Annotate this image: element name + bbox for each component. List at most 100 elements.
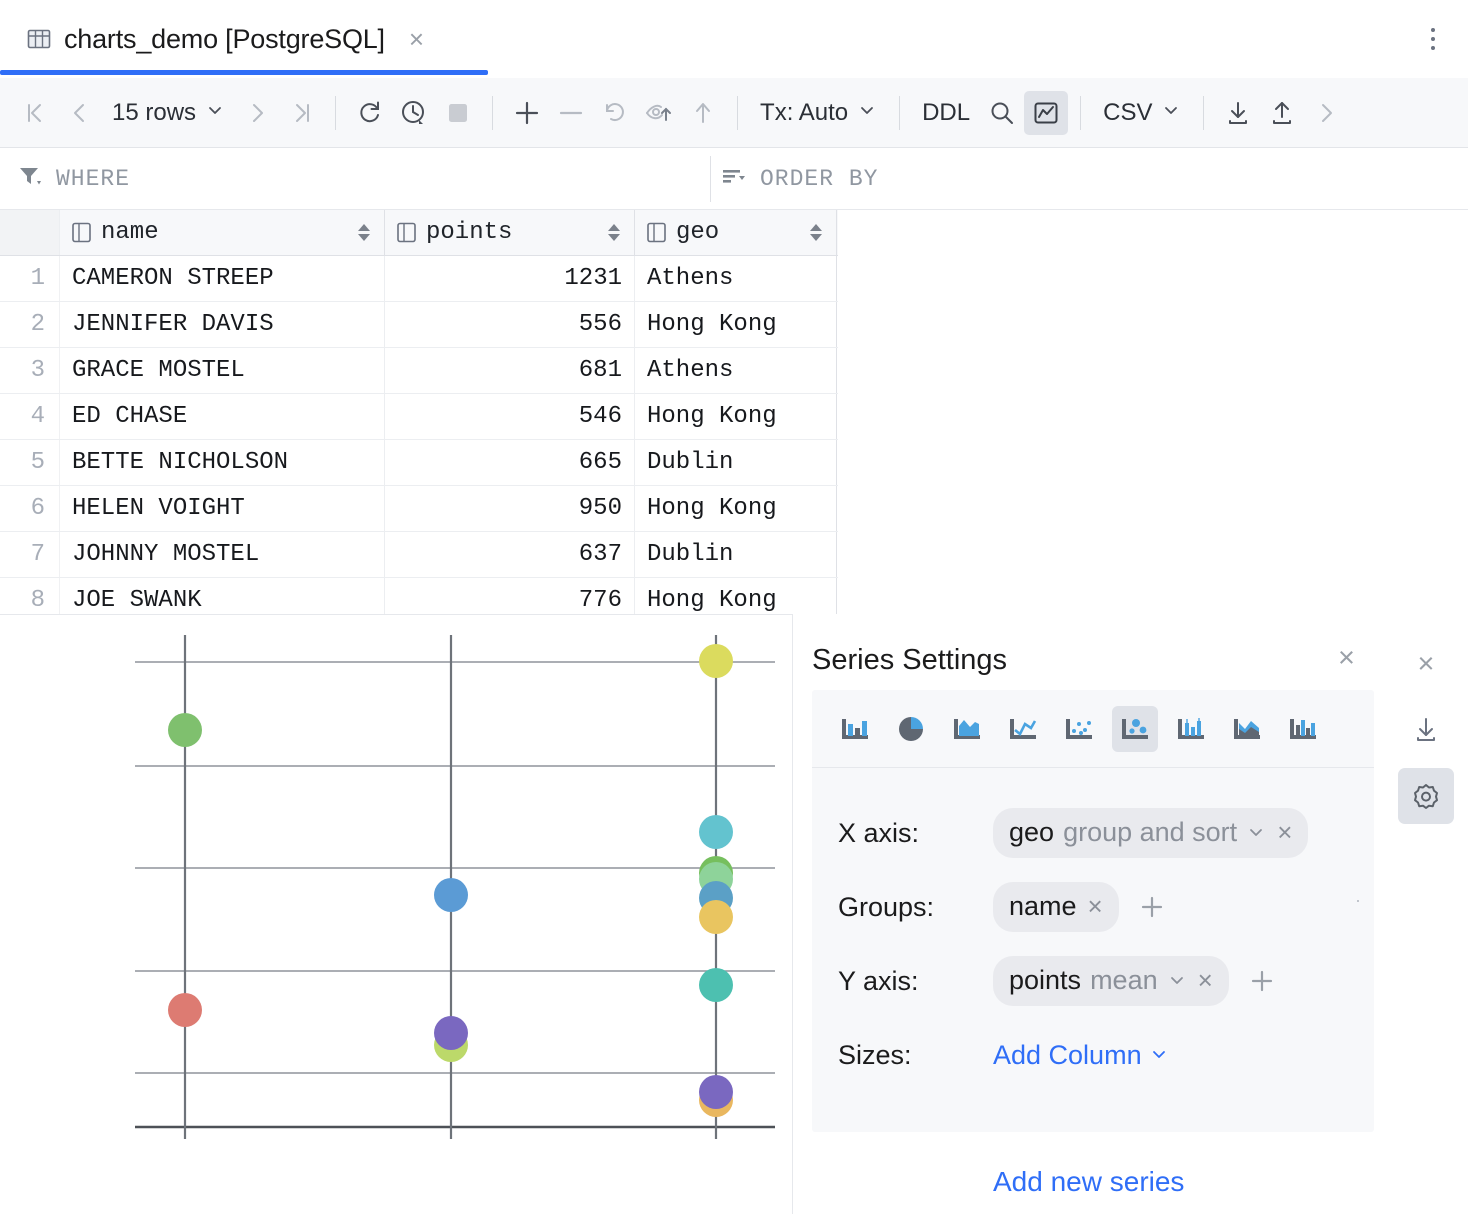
cell-name[interactable]: JENNIFER DAVIS bbox=[60, 302, 385, 347]
plus-icon[interactable] bbox=[505, 91, 549, 135]
cell-points[interactable]: 637 bbox=[385, 532, 635, 577]
cell-geo[interactable]: Hong Kong bbox=[635, 486, 837, 531]
download-icon[interactable] bbox=[1216, 91, 1260, 135]
x-axis-column: geo bbox=[1009, 817, 1054, 848]
x-axis-modifier: group and sort bbox=[1063, 817, 1237, 848]
y-axis-remove-icon[interactable]: × bbox=[1198, 967, 1213, 993]
column-header-name[interactable]: name bbox=[60, 210, 385, 255]
cell-geo[interactable]: Dublin bbox=[635, 440, 837, 485]
cell-points[interactable]: 546 bbox=[385, 394, 635, 439]
kebab-menu-icon[interactable] bbox=[1420, 24, 1446, 54]
x-axis-label: X axis: bbox=[838, 818, 993, 849]
sort-toggle-icon[interactable] bbox=[810, 222, 824, 244]
cell-points[interactable]: 556 bbox=[385, 302, 635, 347]
cell-geo[interactable]: Athens bbox=[635, 256, 837, 301]
row-count-selector[interactable]: 15 rows bbox=[102, 99, 235, 127]
bar-chart-icon[interactable] bbox=[832, 706, 878, 752]
cell-geo[interactable]: Dublin bbox=[635, 532, 837, 577]
download-icon[interactable] bbox=[1398, 702, 1454, 758]
order-by-filter[interactable]: ORDER BY bbox=[722, 148, 878, 209]
add-new-series-button[interactable]: Add new series bbox=[993, 1166, 1184, 1198]
line-chart-icon[interactable] bbox=[1000, 706, 1046, 752]
sort-toggle-icon[interactable] bbox=[608, 222, 622, 244]
search-icon[interactable] bbox=[980, 91, 1024, 135]
revert-icon[interactable] bbox=[593, 91, 637, 135]
cell-points[interactable]: 950 bbox=[385, 486, 635, 531]
y-axis-add-icon[interactable] bbox=[1247, 966, 1277, 996]
chart-icon[interactable] bbox=[1024, 91, 1068, 135]
cell-points[interactable]: 681 bbox=[385, 348, 635, 393]
cell-name[interactable]: CAMERON STREEP bbox=[60, 256, 385, 301]
gear-icon[interactable] bbox=[1398, 768, 1454, 824]
submit-icon[interactable] bbox=[681, 91, 725, 135]
table-row[interactable]: 3 GRACE MOSTEL 681 Athens bbox=[0, 348, 838, 394]
chevron-down-icon[interactable] bbox=[1246, 822, 1266, 842]
preview-changes-icon[interactable] bbox=[637, 91, 681, 135]
cell-geo[interactable]: Hong Kong bbox=[635, 302, 837, 347]
history-icon[interactable] bbox=[392, 91, 436, 135]
whisker-chart-icon[interactable] bbox=[1168, 706, 1214, 752]
chart-canvas[interactable]: 1,400 1,200 1,000 800 600 637 Athens Dub… bbox=[0, 614, 792, 1214]
tx-mode-selector[interactable]: Tx: Auto bbox=[750, 99, 887, 127]
column-header-label: name bbox=[101, 219, 348, 246]
table-row[interactable]: 2 JENNIFER DAVIS 556 Hong Kong bbox=[0, 302, 838, 348]
cell-name[interactable]: GRACE MOSTEL bbox=[60, 348, 385, 393]
cell-points[interactable]: 1231 bbox=[385, 256, 635, 301]
table-row[interactable]: 4 ED CHASE 546 Hong Kong bbox=[0, 394, 838, 440]
tab-close-icon[interactable]: × bbox=[409, 26, 424, 52]
upload-icon[interactable] bbox=[1260, 91, 1304, 135]
x-axis-chip[interactable]: geo group and sort × bbox=[993, 808, 1308, 858]
groups-add-icon[interactable] bbox=[1137, 892, 1167, 922]
chevron-down-icon bbox=[1149, 1040, 1169, 1071]
cell-geo[interactable]: Athens bbox=[635, 348, 837, 393]
tab-charts-demo[interactable]: charts_demo [PostgreSQL] × bbox=[0, 0, 448, 78]
cell-name[interactable]: JOHNNY MOSTEL bbox=[60, 532, 385, 577]
x-axis-remove-icon[interactable]: × bbox=[1277, 819, 1292, 845]
bubble-chart-icon[interactable] bbox=[1112, 706, 1158, 752]
cell-name[interactable]: JOE SWANK bbox=[60, 578, 385, 614]
pie-chart-icon[interactable] bbox=[888, 706, 934, 752]
table-row[interactable]: 1 CAMERON STREEP 1231 Athens bbox=[0, 256, 838, 302]
cell-name[interactable]: BETTE NICHOLSON bbox=[60, 440, 385, 485]
cell-geo[interactable]: Hong Kong bbox=[635, 394, 837, 439]
series-settings-close-icon[interactable]: × bbox=[1338, 644, 1355, 673]
chevron-right-icon[interactable] bbox=[1304, 91, 1348, 135]
area-chart-icon[interactable] bbox=[944, 706, 990, 752]
cell-points[interactable]: 665 bbox=[385, 440, 635, 485]
table-row[interactable]: 6 HELEN VOIGHT 950 Hong Kong bbox=[0, 486, 838, 532]
scatter-chart-icon[interactable] bbox=[1056, 706, 1102, 752]
x-axis-row: X axis: geo group and sort × · bbox=[838, 796, 1348, 870]
table-row[interactable]: 8 JOE SWANK 776 Hong Kong bbox=[0, 578, 838, 614]
y-axis-chip[interactable]: points mean × bbox=[993, 956, 1229, 1006]
cell-points[interactable]: 776 bbox=[385, 578, 635, 614]
minus-icon[interactable] bbox=[549, 91, 593, 135]
sizes-add-column-button[interactable]: Add Column bbox=[993, 1040, 1169, 1071]
ddl-button[interactable]: DDL bbox=[912, 99, 980, 127]
export-format-selector[interactable]: CSV bbox=[1093, 99, 1191, 127]
groups-chip[interactable]: name × bbox=[993, 882, 1119, 932]
chart-close-icon[interactable]: × bbox=[1398, 636, 1454, 692]
cell-name[interactable]: ED CHASE bbox=[60, 394, 385, 439]
next-page-icon[interactable] bbox=[235, 91, 279, 135]
histogram-icon[interactable] bbox=[1280, 706, 1326, 752]
column-icon bbox=[397, 222, 416, 243]
stop-icon[interactable] bbox=[436, 91, 480, 135]
where-filter[interactable]: WHERE bbox=[18, 148, 130, 209]
cell-name[interactable]: HELEN VOIGHT bbox=[60, 486, 385, 531]
cell-geo[interactable]: Hong Kong bbox=[635, 578, 837, 614]
chevron-down-icon[interactable] bbox=[1167, 970, 1187, 990]
reload-icon[interactable] bbox=[348, 91, 392, 135]
table-row[interactable]: 5 BETTE NICHOLSON 665 Dublin bbox=[0, 440, 838, 486]
table-row[interactable]: 7 JOHNNY MOSTEL 637 Dublin bbox=[0, 532, 838, 578]
column-header-geo[interactable]: geo bbox=[635, 210, 837, 255]
where-label: WHERE bbox=[56, 166, 130, 192]
groups-remove-icon[interactable]: × bbox=[1088, 893, 1103, 919]
column-header-points[interactable]: points bbox=[385, 210, 635, 255]
prev-page-icon[interactable] bbox=[58, 91, 102, 135]
stacked-area-icon[interactable] bbox=[1224, 706, 1270, 752]
groups-row: Groups: name × bbox=[838, 870, 1348, 944]
first-page-icon[interactable] bbox=[14, 91, 58, 135]
last-page-icon[interactable] bbox=[279, 91, 323, 135]
sort-toggle-icon[interactable] bbox=[358, 222, 372, 244]
ddl-label: DDL bbox=[922, 99, 970, 127]
